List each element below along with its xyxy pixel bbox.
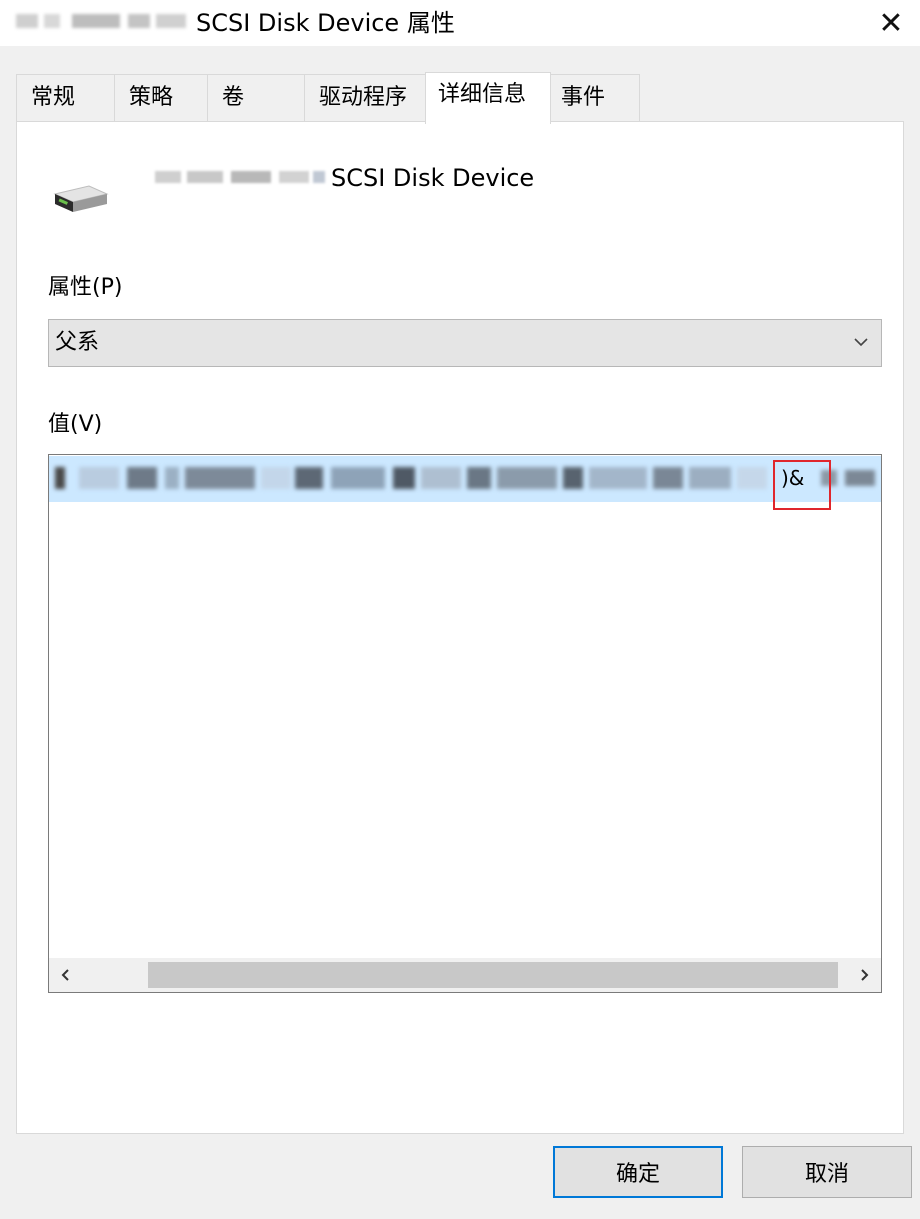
drive-icon xyxy=(53,185,109,212)
chevron-down-icon xyxy=(854,338,868,347)
property-selected-value: 父系 xyxy=(55,330,100,355)
device-name: SCSI Disk Device xyxy=(331,164,535,192)
scroll-thumb[interactable] xyxy=(148,962,838,988)
tab-details[interactable]: 详细信息 xyxy=(425,72,551,124)
property-label: 属性(P) xyxy=(48,275,123,300)
tab-driver[interactable]: 驱动程序 xyxy=(304,74,426,122)
scroll-right-button[interactable] xyxy=(847,958,881,992)
tab-volumes[interactable]: 卷 xyxy=(207,74,305,122)
tab-label: 常规 xyxy=(31,85,76,110)
property-dropdown[interactable]: 父系 xyxy=(48,319,882,367)
cancel-button-label: 取消 xyxy=(804,1162,849,1187)
scroll-left-button[interactable] xyxy=(49,958,83,992)
window-title: SCSI Disk Device 属性 xyxy=(196,9,455,37)
ok-button-label: 确定 xyxy=(615,1162,660,1187)
tab-label: 策略 xyxy=(129,85,174,110)
tab-label: 事件 xyxy=(561,85,606,110)
value-label: 值(V) xyxy=(48,412,103,437)
redacted-value xyxy=(55,467,775,489)
tab-label: 详细信息 xyxy=(438,82,527,107)
close-button[interactable]: ✕ xyxy=(862,0,920,46)
redacted-title-prefix xyxy=(16,14,192,28)
ok-button[interactable]: 确定 xyxy=(553,1146,723,1198)
tab-events[interactable]: 事件 xyxy=(550,74,640,122)
tab-policies[interactable]: 策略 xyxy=(114,74,208,122)
redacted-device-prefix xyxy=(155,171,325,183)
title-bar: SCSI Disk Device 属性 ✕ xyxy=(0,0,920,46)
tab-label: 驱动程序 xyxy=(319,85,408,110)
close-icon: ✕ xyxy=(878,5,904,41)
tab-label: 卷 xyxy=(222,85,245,110)
value-list[interactable]: )& xyxy=(48,454,882,993)
chevron-left-icon xyxy=(61,969,69,981)
tab-general[interactable]: 常规 xyxy=(16,74,115,122)
annotation-highlight-box xyxy=(773,460,831,510)
details-panel: SCSI Disk Device 属性(P) 父系 值(V))& xyxy=(16,121,904,1134)
chevron-right-icon xyxy=(861,969,869,981)
list-item[interactable]: )& xyxy=(49,456,881,502)
cancel-button[interactable]: 取消 xyxy=(742,1146,912,1198)
horizontal-scrollbar[interactable] xyxy=(49,958,881,992)
